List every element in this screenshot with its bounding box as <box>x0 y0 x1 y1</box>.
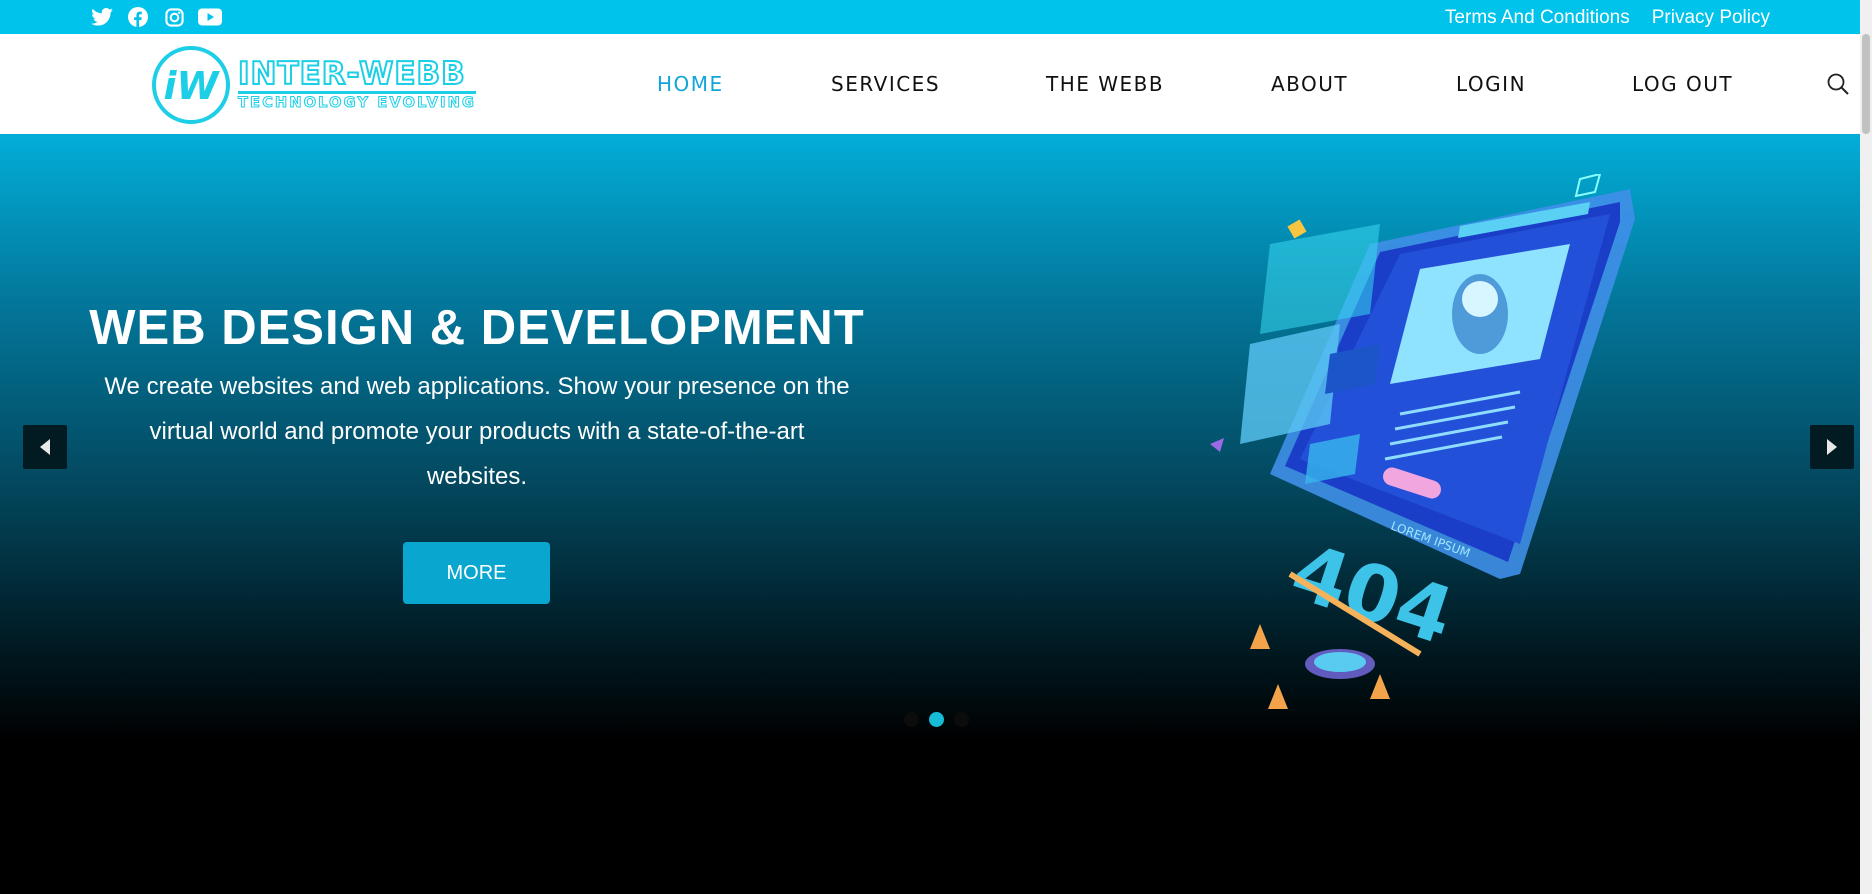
site-header: iW INTER-WEBB TECHNOLOGY EVOLVING HOME S… <box>0 34 1860 134</box>
slide-dot-1[interactable] <box>904 712 919 727</box>
privacy-link[interactable]: Privacy Policy <box>1652 7 1770 29</box>
top-links: Terms And Conditions Privacy Policy <box>1445 7 1770 29</box>
main-nav: HOME SERVICES THE WEBB ABOUT LOGIN LOG O… <box>657 34 1733 134</box>
nav-login[interactable]: LOGIN <box>1456 72 1632 96</box>
logo-main-text: INTER-WEBB <box>237 56 466 93</box>
scrollbar-thumb[interactable] <box>1862 34 1870 134</box>
instagram-icon[interactable] <box>162 5 186 29</box>
nav-home[interactable]: HOME <box>657 72 831 96</box>
nav-the-webb[interactable]: THE WEBB <box>1046 72 1271 96</box>
twitter-icon[interactable] <box>90 5 114 29</box>
social-links <box>90 5 222 29</box>
next-slide-button[interactable] <box>1810 425 1854 469</box>
search-icon[interactable] <box>1826 72 1850 96</box>
terms-link[interactable]: Terms And Conditions <box>1445 7 1630 29</box>
arrow-left-icon <box>40 439 50 455</box>
slide-dot-2[interactable] <box>929 712 944 727</box>
slide-dot-3[interactable] <box>954 712 969 727</box>
more-button[interactable]: MORE <box>403 542 550 604</box>
svg-text:iW: iW <box>164 64 221 108</box>
facebook-icon[interactable] <box>126 5 150 29</box>
hero-slider: WEB DESIGN & DEVELOPMENT We create websi… <box>0 134 1860 894</box>
slide-dots <box>904 712 969 727</box>
arrow-right-icon <box>1827 439 1837 455</box>
nav-about[interactable]: ABOUT <box>1271 72 1456 96</box>
hero-illustration: LOREM IPSUM 404 <box>1210 174 1635 709</box>
nav-services[interactable]: SERVICES <box>831 72 1046 96</box>
logo-monogram-icon: iW <box>152 46 230 124</box>
scrollbar[interactable] <box>1860 0 1872 894</box>
hero-title: WEB DESIGN & DEVELOPMENT <box>89 301 865 355</box>
prev-slide-button[interactable] <box>23 425 67 469</box>
hero-text: We create websites and web applications.… <box>104 373 850 490</box>
nav-logout[interactable]: LOG OUT <box>1632 72 1733 96</box>
logo-sub-text: TECHNOLOGY EVOLVING <box>237 91 477 111</box>
logo[interactable]: iW INTER-WEBB TECHNOLOGY EVOLVING <box>150 44 477 126</box>
top-bar: Terms And Conditions Privacy Policy <box>0 0 1872 34</box>
youtube-icon[interactable] <box>198 5 222 29</box>
